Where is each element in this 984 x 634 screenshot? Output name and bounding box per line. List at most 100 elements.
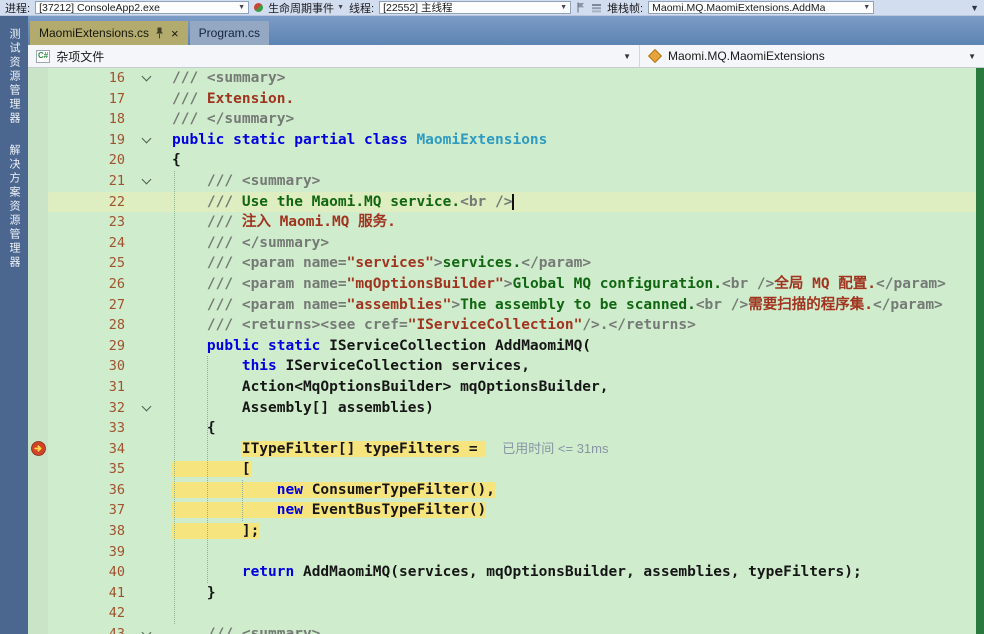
vertical-scrollbar[interactable]	[976, 68, 984, 634]
chevron-down-icon[interactable]: ▼	[560, 4, 567, 11]
breakpoint-margin[interactable]	[28, 212, 48, 233]
toolbar-overflow-icon[interactable]: ▼	[970, 3, 979, 13]
breakpoint-margin[interactable]	[28, 521, 48, 542]
stack-frames-icon[interactable]	[591, 3, 602, 13]
code-line[interactable]: 33 {	[28, 418, 984, 439]
code-line[interactable]: 16/// <summary>	[28, 68, 984, 89]
code-text[interactable]: return AddMaomiMQ(services, mqOptionsBui…	[170, 562, 984, 583]
code-line[interactable]: 39	[28, 542, 984, 563]
tab-program-cs[interactable]: Program.cs	[190, 21, 269, 45]
code-line[interactable]: 25 /// <param name="services">services.<…	[28, 253, 984, 274]
sidebar-item-test-explorer[interactable]: 测试资源管理器	[6, 19, 22, 135]
code-line[interactable]: 21 /// <summary>	[28, 171, 984, 192]
breakpoint-margin[interactable]	[28, 89, 48, 110]
code-editor[interactable]: 16/// <summary>17/// Extension.18/// </s…	[28, 68, 984, 634]
code-text[interactable]: }	[170, 583, 984, 604]
fold-chevron-icon[interactable]	[142, 175, 152, 185]
code-line[interactable]: 34 ITypeFilter[] typeFilters = 已用时间 <= 3…	[28, 439, 984, 460]
code-text[interactable]: /// </summary>	[170, 233, 984, 254]
lifecycle-events-button[interactable]: 生命周期事件 ▼	[268, 0, 344, 16]
code-line[interactable]: 43 /// <summary>	[28, 624, 984, 634]
fold-chevron-icon[interactable]	[142, 134, 152, 144]
code-line[interactable]: 28 /// <returns><see cref="IServiceColle…	[28, 315, 984, 336]
breakpoint-margin[interactable]	[28, 624, 48, 634]
code-text[interactable]: new ConsumerTypeFilter(),	[170, 480, 984, 501]
code-text[interactable]: /// <summary>	[170, 171, 984, 192]
breakpoint-margin[interactable]	[28, 295, 48, 316]
code-line[interactable]: 36 new ConsumerTypeFilter(),	[28, 480, 984, 501]
code-line[interactable]: 40 return AddMaomiMQ(services, mqOptions…	[28, 562, 984, 583]
breakpoint-margin[interactable]	[28, 377, 48, 398]
code-line[interactable]: 20{	[28, 150, 984, 171]
fold-chevron-icon[interactable]	[142, 72, 152, 82]
code-text[interactable]: Action<MqOptionsBuilder> mqOptionsBuilde…	[170, 377, 984, 398]
code-line[interactable]: 42	[28, 603, 984, 624]
breakpoint-margin[interactable]	[28, 500, 48, 521]
breakpoint-margin[interactable]	[28, 480, 48, 501]
breakpoint-margin[interactable]	[28, 418, 48, 439]
breakpoint-margin[interactable]	[28, 439, 48, 460]
breakpoint-margin[interactable]	[28, 542, 48, 563]
code-text[interactable]: /// Extension.	[170, 89, 984, 110]
flag-icon[interactable]	[576, 2, 586, 13]
code-line[interactable]: 22 /// Use the Maomi.MQ service.<br />	[28, 192, 984, 213]
breakpoint-margin[interactable]	[28, 562, 48, 583]
code-text[interactable]: {	[170, 150, 984, 171]
breakpoint-margin[interactable]	[28, 253, 48, 274]
code-text[interactable]: /// 注入 Maomi.MQ 服务.	[170, 212, 984, 233]
code-line[interactable]: 26 /// <param name="mqOptionsBuilder">Gl…	[28, 274, 984, 295]
breakpoint-margin[interactable]	[28, 171, 48, 192]
code-line[interactable]: 41 }	[28, 583, 984, 604]
code-line[interactable]: 32 Assembly[] assemblies)	[28, 398, 984, 419]
close-icon[interactable]: ×	[171, 27, 179, 40]
code-text[interactable]: {	[170, 418, 984, 439]
breakpoint-margin[interactable]	[28, 398, 48, 419]
code-text[interactable]: Assembly[] assemblies)	[170, 398, 984, 419]
chevron-down-icon[interactable]: ▼	[623, 52, 631, 61]
code-text[interactable]	[170, 603, 984, 624]
code-text[interactable]: /// <param name="mqOptionsBuilder">Globa…	[170, 274, 984, 295]
code-text[interactable]: /// <returns><see cref="IServiceCollecti…	[170, 315, 984, 336]
code-text[interactable]: /// <param name="assemblies">The assembl…	[170, 295, 984, 316]
code-line[interactable]: 30 this IServiceCollection services,	[28, 356, 984, 377]
code-line[interactable]: 38 ];	[28, 521, 984, 542]
breakpoint-margin[interactable]	[28, 603, 48, 624]
code-line[interactable]: 23 /// 注入 Maomi.MQ 服务.	[28, 212, 984, 233]
chevron-down-icon[interactable]: ▼	[238, 4, 245, 11]
fold-chevron-icon[interactable]	[142, 628, 152, 634]
chevron-down-icon[interactable]: ▼	[968, 52, 976, 61]
code-text[interactable]: /// <summary>	[170, 68, 984, 89]
code-text[interactable]: /// <param name="services">services.</pa…	[170, 253, 984, 274]
code-line[interactable]: 27 /// <param name="assemblies">The asse…	[28, 295, 984, 316]
thread-combobox[interactable]: [22552] 主线程 ▼	[379, 1, 571, 14]
code-line[interactable]: 37 new EventBusTypeFilter()	[28, 500, 984, 521]
code-line[interactable]: 24 /// </summary>	[28, 233, 984, 254]
code-text[interactable]: [	[170, 459, 984, 480]
breakpoint-margin[interactable]	[28, 150, 48, 171]
breakpoint-margin[interactable]	[28, 68, 48, 89]
breakpoint-margin[interactable]	[28, 356, 48, 377]
breakpoint-margin[interactable]	[28, 233, 48, 254]
process-combobox[interactable]: [37212] ConsoleApp2.exe ▼	[35, 1, 249, 14]
code-text[interactable]: /// Use the Maomi.MQ service.<br />	[170, 192, 984, 213]
project-dropdown[interactable]: C# 杂项文件 ▼	[28, 45, 640, 67]
pin-icon[interactable]	[155, 27, 164, 39]
sidebar-item-solution-explorer[interactable]: 解决方案资源管理器	[6, 135, 22, 279]
code-text[interactable]: new EventBusTypeFilter()	[170, 500, 984, 521]
code-line[interactable]: 17/// Extension.	[28, 89, 984, 110]
code-text[interactable]: public static partial class MaomiExtensi…	[170, 130, 984, 151]
breakpoint-margin[interactable]	[28, 109, 48, 130]
breakpoint-margin[interactable]	[28, 130, 48, 151]
code-line[interactable]: 29 public static IServiceCollection AddM…	[28, 336, 984, 357]
breakpoint-margin[interactable]	[28, 583, 48, 604]
code-text[interactable]: /// <summary>	[170, 624, 984, 634]
chevron-down-icon[interactable]: ▼	[863, 4, 870, 11]
code-text[interactable]: ITypeFilter[] typeFilters = 已用时间 <= 31ms	[170, 439, 984, 460]
breakpoint-margin[interactable]	[28, 274, 48, 295]
code-line[interactable]: 31 Action<MqOptionsBuilder> mqOptionsBui…	[28, 377, 984, 398]
tab-maomiextensions-cs[interactable]: MaomiExtensions.cs ×	[30, 21, 188, 45]
type-dropdown[interactable]: Maomi.MQ.MaomiExtensions ▼	[640, 45, 984, 67]
breakpoint-margin[interactable]	[28, 336, 48, 357]
code-text[interactable]: this IServiceCollection services,	[170, 356, 984, 377]
code-text[interactable]	[170, 542, 984, 563]
